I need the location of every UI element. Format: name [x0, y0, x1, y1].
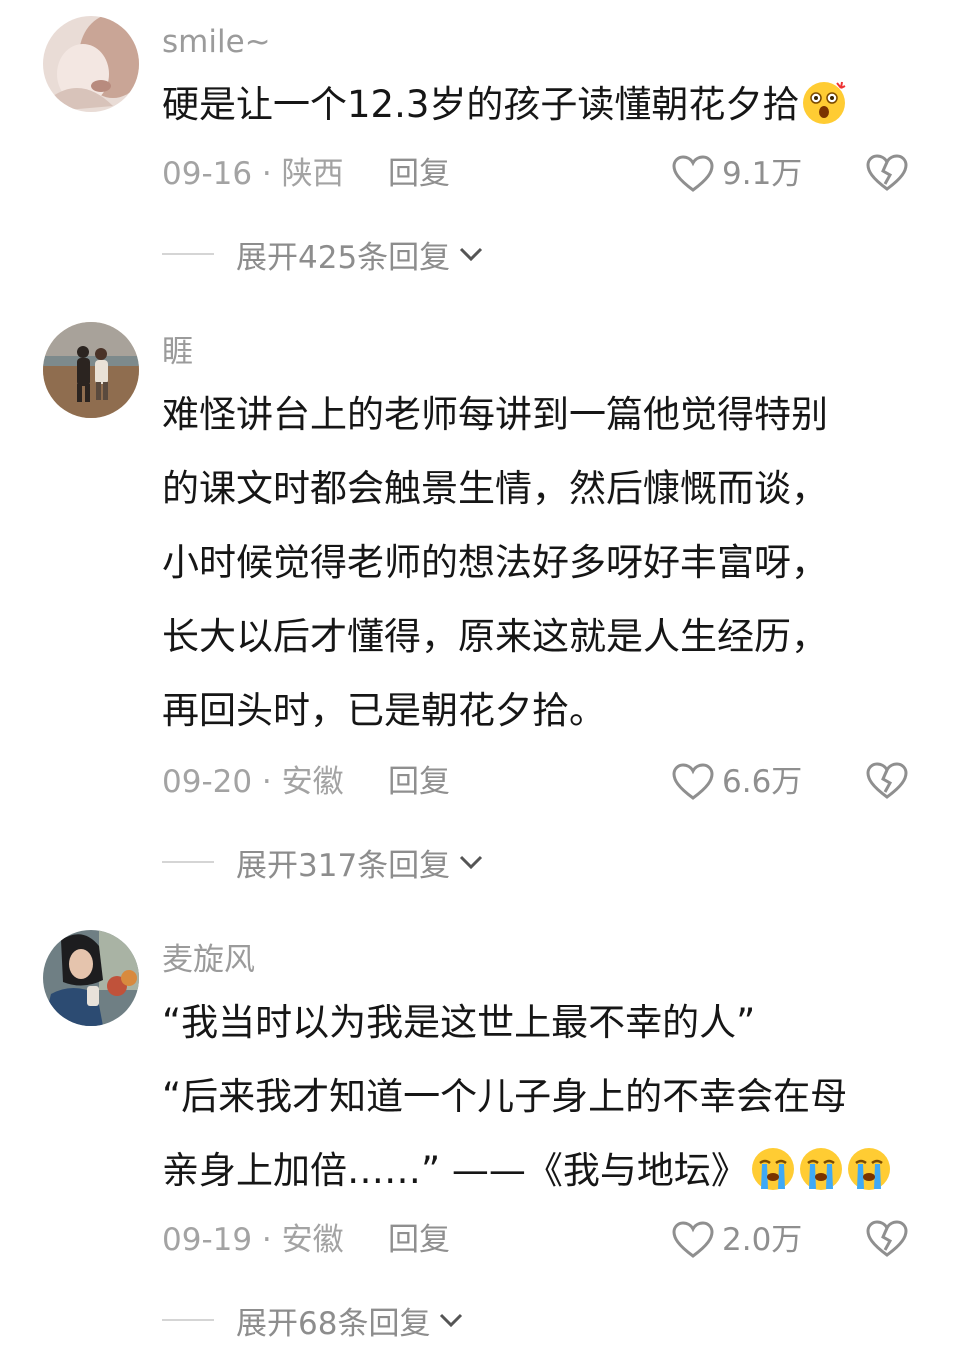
comment-item: smile~ 硬是让一个12.3岁的孩子读懂朝花夕拾 09-16 · 陕西 回复…: [0, 0, 960, 300]
comment-text: 硬是让一个12.3岁的孩子读懂朝花夕拾: [162, 68, 922, 142]
expand-replies-button[interactable]: 展开425条回复: [162, 232, 484, 276]
divider: [162, 1319, 214, 1321]
comment-text-line: 小时候觉得老师的想法好多呀好丰富呀，: [162, 541, 828, 584]
like-count: 9.1万: [722, 156, 803, 192]
broken-heart-icon: [866, 762, 908, 799]
comment-item: 麦旋风 “我当时以为我是这世上最不幸的人” “后来我才知道一个儿子身上的不幸会在…: [0, 928, 960, 1355]
username[interactable]: 睚: [162, 332, 193, 372]
date-location: 09-16 · 陕西: [162, 156, 344, 192]
reply-button[interactable]: 回复: [388, 152, 450, 196]
dislike-button[interactable]: [866, 1220, 908, 1270]
comment-text-line: 长大以后才懂得，原来这就是人生经历，: [162, 615, 828, 658]
reply-button[interactable]: 回复: [388, 1218, 450, 1262]
comment-item: 睚 难怪讲台上的老师每讲到一篇他觉得特别 的课文时都会触景生情，然后慷慨而谈， …: [0, 320, 960, 890]
comment-text-line: 难怪讲台上的老师每讲到一篇他觉得特别: [162, 393, 828, 436]
broken-heart-icon: [866, 1220, 908, 1257]
like-button[interactable]: 6.6万: [672, 760, 802, 804]
avatar[interactable]: [43, 930, 139, 1026]
loudly-crying-face-icon: [751, 1148, 794, 1190]
chevron-down-icon: [440, 1313, 463, 1328]
comment-text-line: 再回头时，已是朝花夕拾。: [162, 689, 606, 732]
comment-meta: 09-19 · 安徽 回复 2.0万: [162, 1218, 960, 1262]
loudly-crying-face-icon: [799, 1148, 842, 1190]
heart-icon: [672, 1221, 714, 1258]
chevron-down-icon: [460, 247, 483, 262]
avatar[interactable]: [43, 322, 139, 418]
expand-replies-label: 展开317条回复: [236, 847, 451, 884]
comment-text-line: “我当时以为我是这世上最不幸的人”: [162, 1001, 756, 1044]
loudly-crying-face-icon: [847, 1148, 890, 1190]
like-count: 6.6万: [722, 764, 803, 800]
divider: [162, 253, 214, 255]
comment-meta: 09-20 · 安徽 回复 6.6万: [162, 760, 960, 804]
expand-replies-label: 展开68条回复: [236, 1305, 431, 1342]
expand-replies-label: 展开425条回复: [236, 239, 451, 276]
dislike-button[interactable]: [866, 762, 908, 812]
broken-heart-icon: [866, 154, 908, 191]
shocked-face-icon: [803, 81, 846, 124]
dislike-button[interactable]: [866, 154, 908, 204]
date-location: 09-20 · 安徽: [162, 764, 344, 800]
heart-icon: [672, 155, 714, 192]
date-location: 09-19 · 安徽: [162, 1222, 344, 1258]
like-button[interactable]: 9.1万: [672, 152, 802, 196]
comment-text-line: 亲身上加倍……” ——《我与地坛》: [162, 1134, 922, 1208]
expand-replies-button[interactable]: 展开317条回复: [162, 840, 484, 884]
comment-text-line: 硬是让一个12.3岁的孩子读懂朝花夕拾: [162, 68, 922, 142]
like-count: 2.0万: [722, 1222, 803, 1258]
comment-text-line: “后来我才知道一个儿子身上的不幸会在母: [162, 1075, 848, 1118]
username[interactable]: 麦旋风: [162, 940, 255, 980]
comment-meta: 09-16 · 陕西 回复 9.1万: [162, 152, 960, 196]
divider: [162, 861, 214, 863]
chevron-down-icon: [460, 855, 483, 870]
comment-text-line-content: 亲身上加倍……” ——《我与地坛》: [162, 1149, 748, 1192]
comment-text-line-content: 硬是让一个12.3岁的孩子读懂朝花夕拾: [162, 83, 800, 126]
expand-replies-button[interactable]: 展开68条回复: [162, 1298, 464, 1342]
username[interactable]: smile~: [162, 22, 271, 62]
heart-icon: [672, 763, 714, 800]
avatar[interactable]: [43, 16, 139, 112]
like-button[interactable]: 2.0万: [672, 1218, 802, 1262]
reply-button[interactable]: 回复: [388, 760, 450, 804]
comment-text: 难怪讲台上的老师每讲到一篇他觉得特别 的课文时都会触景生情，然后慷慨而谈， 小时…: [162, 378, 922, 748]
comment-text-line: 的课文时都会触景生情，然后慷慨而谈，: [162, 467, 828, 510]
comment-text: “我当时以为我是这世上最不幸的人” “后来我才知道一个儿子身上的不幸会在母 亲身…: [162, 986, 922, 1208]
